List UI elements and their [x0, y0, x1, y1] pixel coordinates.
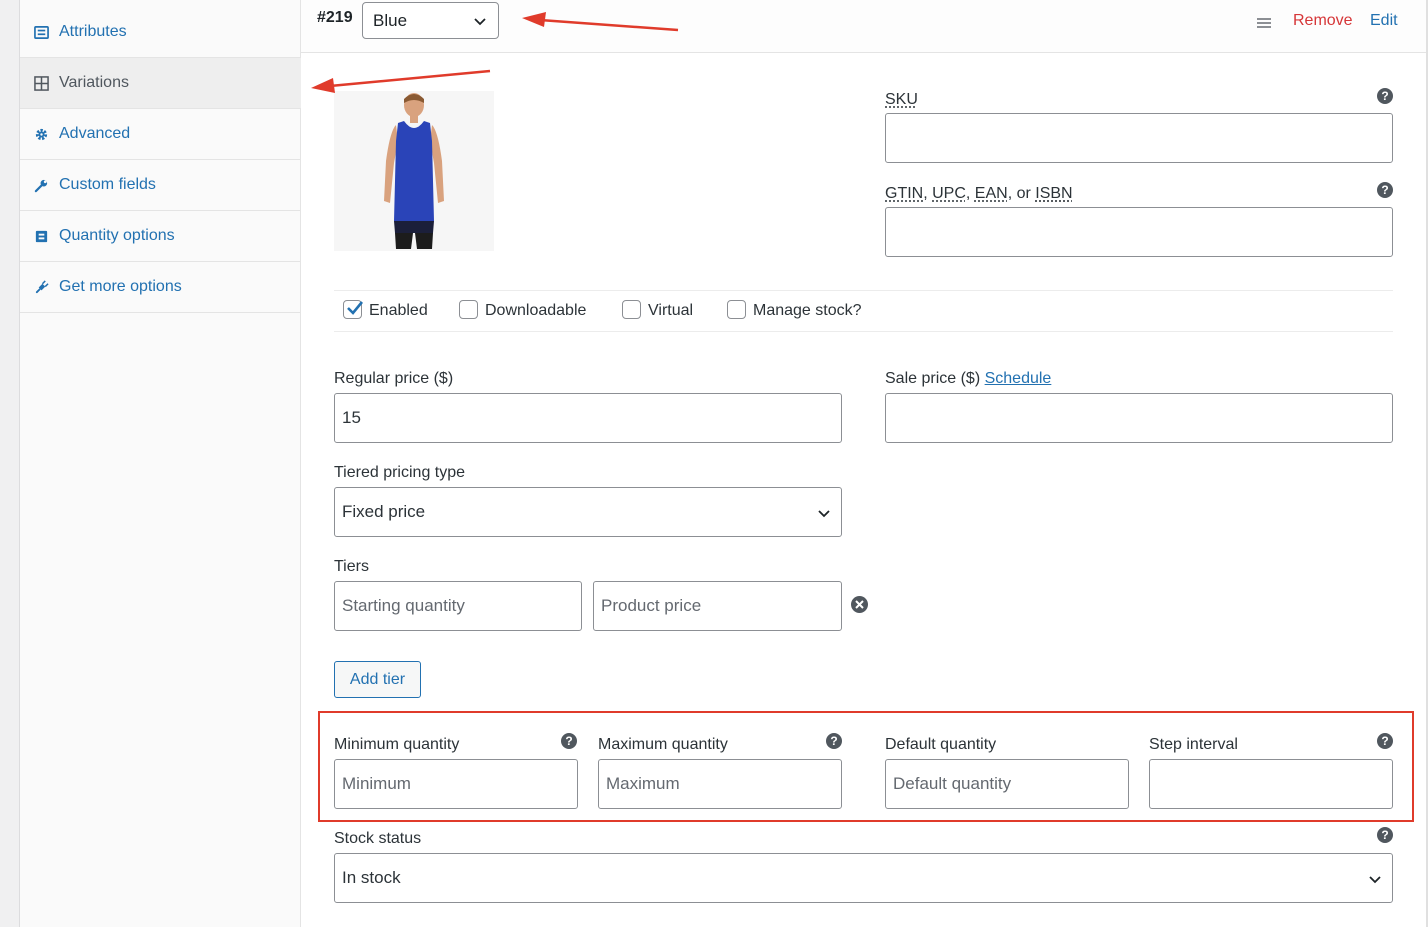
help-icon[interactable]: ? — [826, 733, 842, 749]
help-icon[interactable]: ? — [1377, 88, 1393, 104]
tiered-pricing-type-value: Fixed price — [342, 502, 426, 521]
regular-price-label: Regular price ($) — [334, 370, 454, 387]
tab-label: Custom fields — [59, 176, 156, 193]
list-icon — [33, 24, 49, 40]
default-quantity-label: Default quantity — [885, 736, 997, 753]
step-interval-input[interactable] — [1149, 759, 1393, 809]
stock-status-label: Stock status — [334, 830, 422, 847]
edit-link[interactable]: Edit — [1370, 12, 1398, 30]
stock-status-value: In stock — [342, 868, 401, 887]
variation-id: #219 — [317, 9, 353, 26]
plugin-icon — [33, 279, 49, 295]
downloadable-checkbox[interactable] — [459, 300, 478, 319]
virtual-checkbox[interactable] — [622, 300, 641, 319]
divider — [334, 331, 1393, 332]
max-quantity-label: Maximum quantity — [598, 736, 728, 753]
attribute-select[interactable]: Blue — [362, 2, 499, 39]
tab-label: Attributes — [59, 23, 127, 40]
schedule-link[interactable]: Schedule — [985, 370, 1052, 387]
sku-label: SKU — [885, 91, 918, 108]
stock-status-select[interactable]: In stock — [334, 853, 1393, 903]
tab-label: Advanced — [59, 125, 131, 142]
product-data-tabs: Attributes Variations Advanced Custom fi… — [20, 0, 301, 927]
manage-stock-label: Manage stock? — [753, 302, 862, 319]
tab-get-more-options[interactable]: Get more options — [20, 262, 301, 313]
drag-handle-icon[interactable] — [1257, 18, 1271, 30]
tab-label: Quantity options — [59, 227, 175, 244]
tab-variations[interactable]: Variations — [20, 58, 301, 109]
chevron-down-icon — [474, 18, 486, 26]
min-quantity-input[interactable]: Minimum — [334, 759, 578, 809]
attribute-select-value: Blue — [373, 10, 408, 30]
checkmark-icon — [347, 301, 364, 315]
divider — [334, 290, 1393, 291]
tab-label: Get more options — [59, 278, 182, 295]
sale-price-label: Sale price ($) Schedule — [885, 370, 1052, 387]
sku-input[interactable] — [885, 113, 1393, 163]
default-quantity-input[interactable]: Default quantity — [885, 759, 1129, 809]
tab-attributes[interactable]: Attributes — [20, 7, 301, 58]
max-quantity-input[interactable]: Maximum — [598, 759, 842, 809]
chevron-down-icon — [1369, 876, 1381, 884]
remove-link[interactable]: Remove — [1293, 12, 1353, 30]
gtin-label: GTIN, UPC, EAN, or ISBN — [885, 185, 1073, 202]
virtual-label: Virtual — [648, 302, 694, 319]
admin-left-strip — [0, 0, 20, 927]
tiered-pricing-type-select[interactable]: Fixed price — [334, 487, 842, 537]
manage-stock-checkbox[interactable] — [727, 300, 746, 319]
product-image-blue-tank-top — [384, 93, 444, 249]
step-interval-label: Step interval — [1149, 736, 1238, 753]
regular-price-input[interactable]: 15 — [334, 393, 842, 443]
help-icon[interactable]: ? — [1377, 182, 1393, 198]
remove-tier-icon[interactable] — [851, 596, 868, 613]
help-icon[interactable]: ? — [1377, 827, 1393, 843]
gear-icon — [33, 126, 49, 142]
tab-label: Variations — [59, 74, 129, 91]
add-tier-button[interactable]: Add tier — [334, 661, 421, 698]
variation-image[interactable] — [334, 91, 494, 251]
sale-price-input[interactable] — [885, 393, 1393, 443]
grid-icon — [33, 75, 49, 91]
downloadable-label: Downloadable — [485, 302, 587, 319]
chevron-down-icon — [818, 510, 830, 518]
box-icon — [33, 228, 49, 244]
variation-header: #219 Blue Remove Edit — [301, 0, 1428, 53]
help-icon[interactable]: ? — [561, 733, 577, 749]
tier-quantity-input[interactable]: Starting quantity — [334, 581, 582, 631]
help-icon[interactable]: ? — [1377, 733, 1393, 749]
tab-advanced[interactable]: Advanced — [20, 109, 301, 160]
tier-price-input[interactable]: Product price — [593, 581, 842, 631]
tab-quantity-options[interactable]: Quantity options — [20, 211, 301, 262]
enabled-label: Enabled — [369, 302, 428, 319]
variation-panel: #219 Blue Remove Edit SKU ? GTIN, UPC, E… — [301, 0, 1428, 927]
tiers-label: Tiers — [334, 558, 369, 575]
wrench-icon — [33, 177, 49, 193]
gtin-input[interactable] — [885, 207, 1393, 257]
min-quantity-label: Minimum quantity — [334, 736, 460, 753]
tab-custom-fields[interactable]: Custom fields — [20, 160, 301, 211]
enabled-checkbox[interactable] — [343, 300, 364, 319]
tiered-pricing-type-label: Tiered pricing type — [334, 464, 466, 481]
